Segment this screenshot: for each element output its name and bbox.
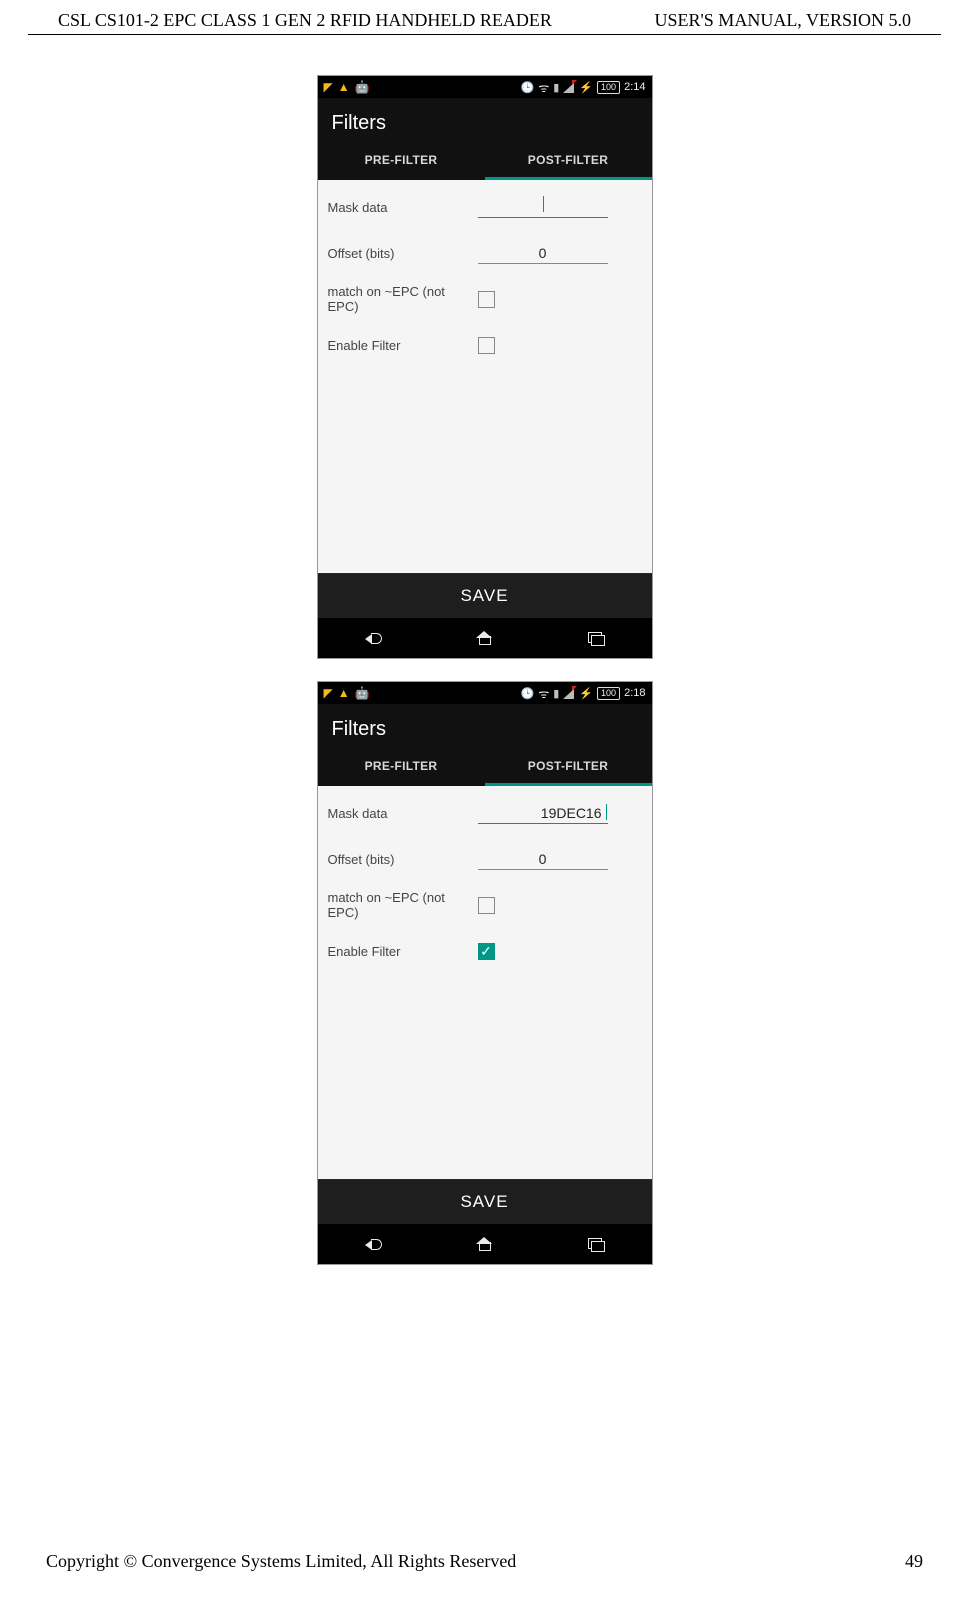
wifi-icon: ᯤ xyxy=(538,685,549,702)
bluetooth-icon: 🕒 xyxy=(521,687,535,700)
battery-indicator: 100 xyxy=(597,81,620,94)
charging-icon: ⚡ xyxy=(579,687,593,700)
row-match-epc: match on ~EPC (not EPC) xyxy=(328,284,642,314)
signal-icon xyxy=(563,82,575,93)
screenshots-container: ◤ ▲ 🤖 🕒 ᯤ ▮ ⚡ 100 2:14 Filters PRE-FILTE… xyxy=(0,75,969,1265)
label-match-epc: match on ~EPC (not EPC) xyxy=(328,890,478,920)
label-enable-filter: Enable Filter xyxy=(328,944,478,959)
label-offset: Offset (bits) xyxy=(328,852,478,867)
nav-home-button[interactable] xyxy=(476,1237,492,1251)
offset-input[interactable] xyxy=(478,849,608,870)
label-mask-data: Mask data xyxy=(328,806,478,821)
label-match-epc: match on ~EPC (not EPC) xyxy=(328,284,478,314)
home-icon xyxy=(476,1237,492,1251)
screenshot-2: ◤ ▲ 🤖 🕒 ᯤ ▮ ⚡ 100 2:18 Filters PRE-FILTE… xyxy=(317,681,653,1265)
recent-apps-icon xyxy=(588,632,604,644)
status-right: 🕒 ᯤ ▮ ⚡ 100 2:14 xyxy=(521,79,646,96)
filter-form: Mask data Offset (bits) match on ~EPC (n… xyxy=(318,786,652,1179)
signal-icon xyxy=(563,688,575,699)
status-bar: ◤ ▲ 🤖 🕒 ᯤ ▮ ⚡ 100 2:14 xyxy=(318,76,652,98)
screenshot-1: ◤ ▲ 🤖 🕒 ᯤ ▮ ⚡ 100 2:14 Filters PRE-FILTE… xyxy=(317,75,653,659)
filter-form: Mask data Offset (bits) match on ~EPC (n… xyxy=(318,180,652,573)
save-button[interactable]: SAVE xyxy=(318,573,652,618)
bluetooth-icon: 🕒 xyxy=(521,81,535,94)
label-enable-filter: Enable Filter xyxy=(328,338,478,353)
tab-pre-filter[interactable]: PRE-FILTER xyxy=(318,751,485,786)
offset-input[interactable] xyxy=(478,243,608,264)
row-match-epc: match on ~EPC (not EPC) xyxy=(328,890,642,920)
android-icon: 🤖 xyxy=(355,80,370,94)
row-offset: Offset (bits) xyxy=(328,238,642,268)
warning-triangle-icon: ▲ xyxy=(338,686,350,700)
status-left: ◤ ▲ 🤖 xyxy=(324,80,370,94)
doc-header: CSL CS101-2 EPC CLASS 1 GEN 2 RFID HANDH… xyxy=(28,0,941,35)
footer-copyright: Copyright © Convergence Systems Limited,… xyxy=(46,1551,516,1572)
recent-apps-icon xyxy=(588,1238,604,1250)
back-icon xyxy=(365,1237,381,1251)
wifi-icon: ᯤ xyxy=(538,79,549,96)
nav-back-button[interactable] xyxy=(365,631,381,645)
match-epc-checkbox[interactable] xyxy=(478,291,495,308)
status-right: 🕒 ᯤ ▮ ⚡ 100 2:18 xyxy=(521,685,646,702)
tabs: PRE-FILTER POST-FILTER xyxy=(318,145,652,180)
doc-header-left: CSL CS101-2 EPC CLASS 1 GEN 2 RFID HANDH… xyxy=(58,10,552,31)
status-time: 2:18 xyxy=(624,687,645,699)
warning-icon: ◤ xyxy=(324,80,333,94)
row-mask-data: Mask data xyxy=(328,192,642,222)
tab-post-filter[interactable]: POST-FILTER xyxy=(485,145,652,180)
enable-filter-checkbox[interactable]: ✓ xyxy=(478,943,495,960)
app-title: Filters xyxy=(318,704,652,751)
status-bar: ◤ ▲ 🤖 🕒 ᯤ ▮ ⚡ 100 2:18 xyxy=(318,682,652,704)
doc-header-right: USER'S MANUAL, VERSION 5.0 xyxy=(655,10,911,31)
tab-pre-filter[interactable]: PRE-FILTER xyxy=(318,145,485,180)
enable-filter-checkbox[interactable] xyxy=(478,337,495,354)
sim-icon: ▮ xyxy=(553,81,559,94)
nav-recent-button[interactable] xyxy=(588,1238,604,1250)
nav-back-button[interactable] xyxy=(365,1237,381,1251)
back-icon xyxy=(365,631,381,645)
match-epc-checkbox[interactable] xyxy=(478,897,495,914)
home-icon xyxy=(476,631,492,645)
charging-icon: ⚡ xyxy=(579,81,593,94)
text-caret xyxy=(606,804,607,820)
footer-page-number: 49 xyxy=(905,1551,923,1572)
row-mask-data: Mask data xyxy=(328,798,642,828)
row-enable-filter: Enable Filter ✓ xyxy=(328,936,642,966)
sim-icon: ▮ xyxy=(553,687,559,700)
status-time: 2:14 xyxy=(624,81,645,93)
status-left: ◤ ▲ 🤖 xyxy=(324,686,370,700)
nav-recent-button[interactable] xyxy=(588,632,604,644)
tabs: PRE-FILTER POST-FILTER xyxy=(318,751,652,786)
warning-triangle-icon: ▲ xyxy=(338,80,350,94)
app-title: Filters xyxy=(318,98,652,145)
android-icon: 🤖 xyxy=(355,686,370,700)
doc-footer: Copyright © Convergence Systems Limited,… xyxy=(0,1551,969,1572)
android-navbar xyxy=(318,618,652,658)
tab-post-filter[interactable]: POST-FILTER xyxy=(485,751,652,786)
android-navbar xyxy=(318,1224,652,1264)
battery-indicator: 100 xyxy=(597,687,620,700)
warning-icon: ◤ xyxy=(324,686,333,700)
label-offset: Offset (bits) xyxy=(328,246,478,261)
label-mask-data: Mask data xyxy=(328,200,478,215)
text-caret xyxy=(543,196,544,212)
nav-home-button[interactable] xyxy=(476,631,492,645)
row-enable-filter: Enable Filter xyxy=(328,330,642,360)
row-offset: Offset (bits) xyxy=(328,844,642,874)
save-button[interactable]: SAVE xyxy=(318,1179,652,1224)
mask-data-input[interactable] xyxy=(478,803,608,824)
